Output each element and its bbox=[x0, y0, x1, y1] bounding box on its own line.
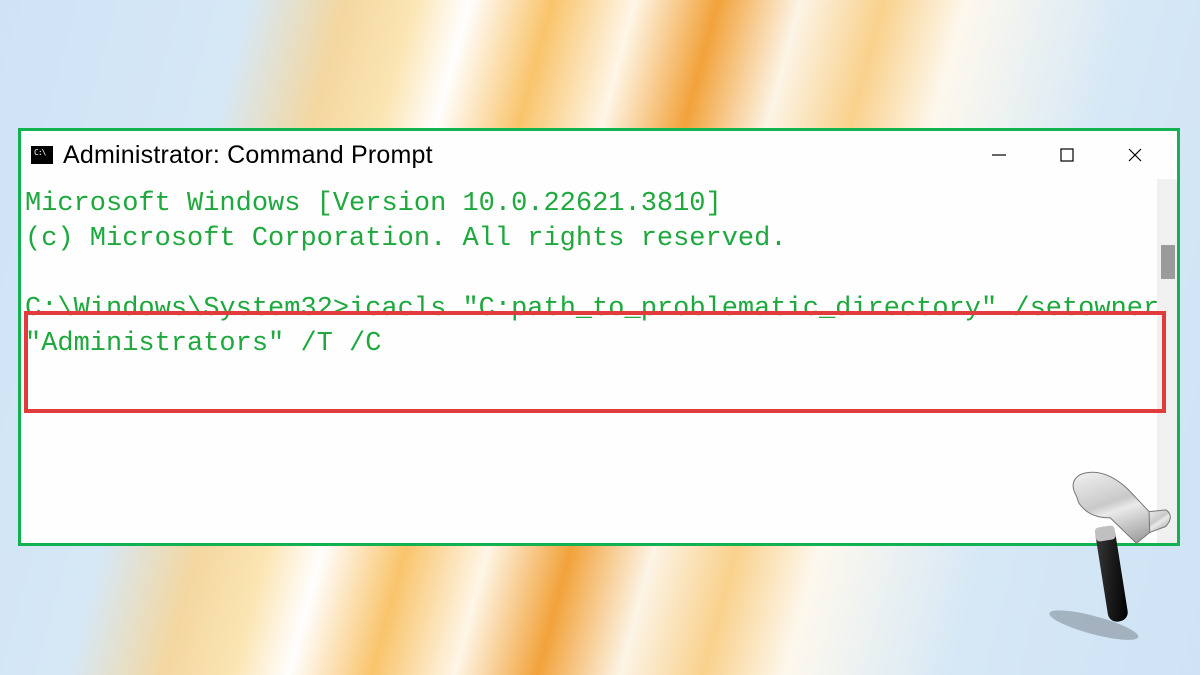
command-highlight-box bbox=[24, 311, 1166, 413]
minimize-button[interactable] bbox=[989, 145, 1009, 165]
terminal-body[interactable]: Microsoft Windows [Version 10.0.22621.38… bbox=[21, 179, 1177, 543]
banner-line-1: Microsoft Windows [Version 10.0.22621.38… bbox=[25, 189, 722, 219]
command-prompt-window: Administrator: Command Prompt Microsoft … bbox=[21, 131, 1177, 543]
screenshot-highlight-border: Administrator: Command Prompt Microsoft … bbox=[18, 128, 1180, 546]
titlebar[interactable]: Administrator: Command Prompt bbox=[21, 131, 1177, 179]
window-controls bbox=[989, 145, 1177, 165]
close-button[interactable] bbox=[1125, 145, 1145, 165]
banner-line-2: (c) Microsoft Corporation. All rights re… bbox=[25, 224, 787, 254]
cmd-icon bbox=[31, 146, 53, 164]
scrollbar-thumb[interactable] bbox=[1161, 245, 1175, 279]
maximize-button[interactable] bbox=[1057, 145, 1077, 165]
window-title: Administrator: Command Prompt bbox=[63, 141, 433, 170]
